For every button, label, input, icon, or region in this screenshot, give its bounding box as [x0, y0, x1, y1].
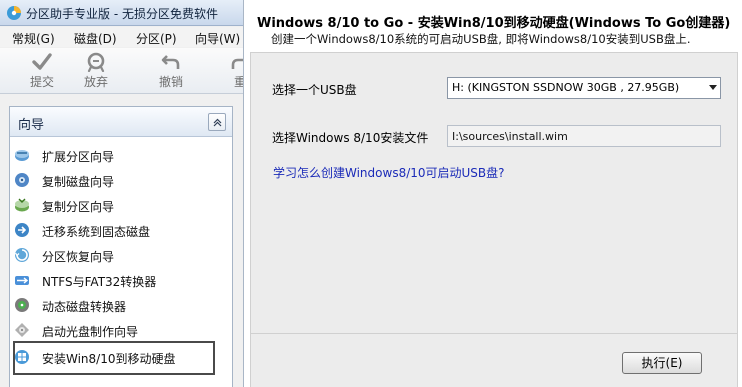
collapse-button[interactable] [208, 113, 226, 131]
redo-button[interactable]: 重 [220, 52, 243, 92]
wizard-item-partition-recovery[interactable]: 分区恢复向导 [14, 244, 214, 266]
usb-dropdown[interactable]: H: (KINGSTON SSDNOW 30GB , 27.95GB) [447, 77, 721, 99]
undo-label: 撤销 [158, 75, 183, 89]
apply-button[interactable]: 提交 [22, 52, 62, 92]
dynamic-disk-icon [15, 298, 29, 312]
wizard-item-ntfs-fat32-converter[interactable]: NTFS与FAT32转换器 [14, 269, 214, 291]
partition-recovery-icon [14, 248, 29, 262]
wizard-item-copy-disk[interactable]: 复制磁盘向导 [14, 169, 214, 191]
button-bar: 执行(E) [250, 334, 738, 387]
apply-label: 提交 [29, 75, 54, 89]
bootable-cd-icon [15, 323, 29, 337]
wizard-header: 向导 [10, 107, 232, 137]
wizard-item-label: 动态磁盘转换器 [42, 300, 127, 314]
app-icon [7, 6, 21, 20]
redo-label: 重 [220, 73, 243, 90]
menu-bar: 常规(G) 磁盘(D) 分区(P) 向导(W) [0, 27, 243, 47]
ntfs-fat32-converter-icon [15, 276, 29, 285]
form-area: 选择一个USB盘 H: (KINGSTON SSDNOW 30GB , 27.9… [250, 52, 738, 334]
usb-label: 选择一个USB盘 [272, 83, 357, 97]
chevron-down-icon [709, 85, 717, 90]
redo-icon [231, 58, 243, 69]
migrate-ssd-icon [15, 223, 29, 237]
wizard-item-label: 启动光盘制作向导 [42, 325, 139, 339]
wizard-item-label: 扩展分区向导 [42, 150, 115, 164]
usb-dropdown-value: H: (KINGSTON SSDNOW 30GB , 27.95GB) [452, 81, 680, 94]
dialog-title: Windows 8/10 to Go - 安装Win8/10到移动硬盘(Wind… [257, 16, 731, 31]
file-label: 选择Windows 8/10安装文件 [272, 131, 429, 145]
discard-label: 放弃 [83, 75, 108, 89]
undo-button[interactable]: 撤销 [151, 52, 191, 92]
copy-partition-icon [15, 198, 29, 212]
wizard-item-extend-partition[interactable]: 扩展分区向导 [14, 144, 214, 166]
learn-how-link[interactable]: 学习怎么创建Windows8/10可启动USB盘? [273, 164, 505, 181]
check-icon [32, 53, 52, 70]
undo-icon [161, 55, 180, 69]
menu-general[interactable]: 常规(G) [12, 30, 55, 47]
wizard-item-dynamic-disk-converter[interactable]: 动态磁盘转换器 [14, 294, 214, 316]
right-pane: Windows 8/10 to Go - 安装Win8/10到移动硬盘(Wind… [245, 0, 742, 387]
wizard-title: 向导 [18, 118, 45, 133]
menu-disk[interactable]: 磁盘(D) [74, 30, 117, 47]
menu-partition[interactable]: 分区(P) [136, 30, 177, 47]
toolbar: 提交 放弃 撤销 重 [0, 48, 243, 94]
app-title-bar: 分区助手专业版 - 无损分区免费软件 [0, 0, 243, 26]
wizard-item-label: 复制磁盘向导 [42, 175, 115, 189]
chevron-up-icon [213, 118, 222, 127]
selected-item-highlight [13, 341, 215, 375]
wizard-item-bootable-cd[interactable]: 启动光盘制作向导 [14, 319, 214, 341]
dialog-subtitle: 创建一个Windows8/10系统的可启动USB盘, 即将Windows8/10… [271, 32, 691, 46]
left-pane: 分区助手专业版 - 无损分区免费软件 常规(G) 磁盘(D) 分区(P) 向导(… [0, 0, 244, 387]
discard-button[interactable]: 放弃 [76, 52, 116, 92]
discard-icon [87, 52, 105, 72]
execute-button[interactable]: 执行(E) [622, 352, 702, 374]
wizard-item-label: NTFS与FAT32转换器 [42, 275, 157, 289]
install-file-field[interactable] [447, 125, 721, 147]
wizard-item-copy-partition[interactable]: 复制分区向导 [14, 194, 214, 216]
menu-wizard[interactable]: 向导(W) [195, 30, 240, 47]
wizard-item-label: 复制分区向导 [42, 200, 115, 214]
extend-partition-icon [15, 150, 29, 161]
app-title: 分区助手专业版 - 无损分区免费软件 [26, 7, 218, 21]
wizard-item-label: 迁移系统到固态磁盘 [42, 225, 151, 239]
wizard-item-label: 分区恢复向导 [42, 250, 115, 264]
copy-disk-icon [15, 173, 29, 187]
wizard-item-migrate-ssd[interactable]: 迁移系统到固态磁盘 [14, 219, 214, 241]
